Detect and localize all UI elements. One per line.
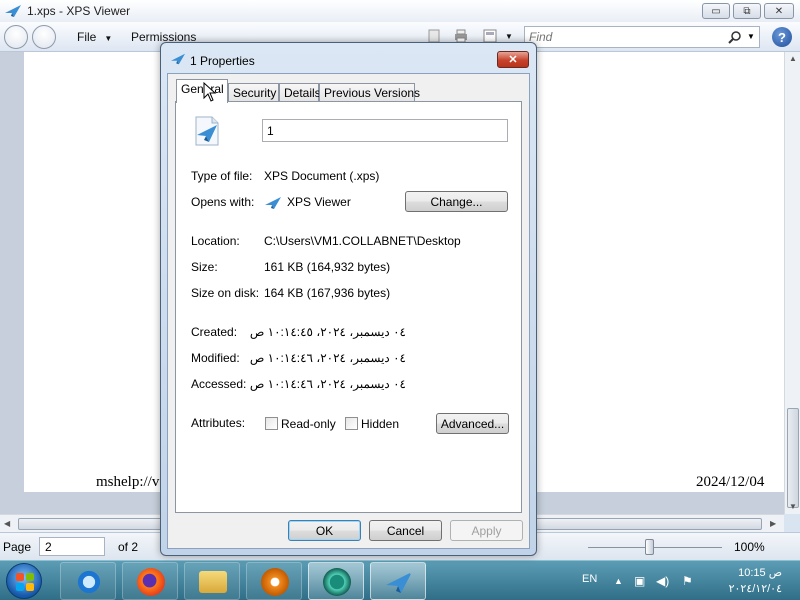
tab-details[interactable]: Details	[279, 83, 321, 102]
ok-button[interactable]: OK	[288, 520, 361, 541]
modified-label: Modified:	[191, 351, 240, 365]
type-of-file-value: XPS Document (.xps)	[264, 169, 380, 183]
dialog-title: 1 Properties	[190, 54, 255, 68]
modified-value: ‏٠٤ ديسمبر، ٢٠٢٤، ١٠:١٤:٤٦ ص	[249, 351, 406, 365]
close-window-button[interactable]: ✕	[764, 3, 794, 19]
xps-viewer-small-icon	[265, 197, 281, 209]
attributes-label: Attributes:	[191, 416, 246, 430]
language-indicator[interactable]: EN	[582, 573, 597, 585]
maximize-button[interactable]: ⧉	[733, 3, 761, 19]
hidden-checkbox[interactable]	[345, 417, 358, 430]
media-player-icon	[261, 568, 289, 596]
created-label: Created:	[191, 325, 238, 339]
clock-time: ص 10:15	[738, 567, 782, 579]
dialog-body: General Security Details Previous Versio…	[167, 73, 530, 549]
dialog-close-button[interactable]: ✕	[497, 51, 529, 68]
zoom-slider-thumb[interactable]	[645, 539, 654, 555]
general-tab-panel: Type of file: XPS Document (.xps) Opens …	[175, 101, 522, 513]
read-only-label[interactable]: Read-only	[281, 417, 336, 431]
file-name-input[interactable]	[262, 119, 508, 142]
taskbar-firefox[interactable]	[122, 562, 178, 600]
page-count-label: of 2	[118, 540, 139, 554]
page-number-input[interactable]	[39, 537, 105, 556]
size-on-disk-value: 164 KB (167,936 bytes)	[264, 286, 391, 300]
size-label: Size:	[191, 260, 218, 274]
minimize-button[interactable]: ▭	[702, 3, 730, 19]
document-footer-date: 2024/12/04	[696, 474, 765, 490]
taskbar-explorer[interactable]	[184, 562, 240, 600]
taskbar-media-player[interactable]	[246, 562, 302, 600]
zoom-slider-track[interactable]	[588, 547, 722, 548]
properties-dialog: 1 Properties ✕ General Security Details …	[160, 42, 537, 556]
xps-viewer-taskbar-icon	[386, 572, 412, 593]
view-dropdown-icon[interactable]: ▼	[505, 32, 513, 41]
created-value: ‏٠٤ ديسمبر، ٢٠٢٤، ١٠:١٤:٤٥ ص	[249, 325, 406, 339]
xps-viewer-icon	[5, 5, 21, 17]
separator	[189, 403, 507, 404]
folder-icon	[199, 571, 227, 593]
search-icon[interactable]	[728, 31, 741, 44]
location-value: C:\Users\VM1.COLLABNET\Desktop	[264, 234, 461, 248]
windows-logo-icon	[16, 573, 34, 591]
apply-button[interactable]: Apply	[450, 520, 523, 541]
scroll-right-icon[interactable]: ▶	[770, 519, 776, 528]
back-button[interactable]	[4, 25, 28, 49]
taskbar-xps-viewer[interactable]	[370, 562, 426, 600]
type-of-file-label: Type of file:	[191, 169, 253, 183]
tab-general[interactable]: General	[176, 79, 228, 103]
taskbar-app-green[interactable]	[308, 562, 364, 600]
search-box[interactable]: ▼	[524, 26, 760, 48]
opens-with-label: Opens with:	[191, 195, 255, 209]
cancel-button[interactable]: Cancel	[369, 520, 442, 541]
clock-date: ٢٠٢٤/١٢/٠٤	[728, 583, 782, 595]
forward-button[interactable]	[32, 25, 56, 49]
clock[interactable]: ص 10:15 ٢٠٢٤/١٢/٠٤	[712, 565, 782, 597]
internet-explorer-icon	[75, 568, 103, 596]
tab-previous-versions[interactable]: Previous Versions	[319, 83, 420, 102]
action-center-flag-icon[interactable]: ⚑	[682, 574, 693, 588]
help-button[interactable]: ?	[772, 27, 792, 47]
separator	[189, 221, 507, 222]
size-value: 161 KB (164,932 bytes)	[264, 260, 391, 274]
main-title-bar: 1.xps - XPS Viewer ▭ ⧉ ✕	[0, 0, 800, 22]
scroll-up-icon[interactable]: ▲	[789, 54, 797, 63]
document-footer-url: mshelp://v	[96, 474, 160, 490]
scroll-down-icon[interactable]: ▼	[789, 502, 797, 511]
start-button[interactable]	[6, 563, 42, 599]
window-title: 1.xps - XPS Viewer	[27, 4, 131, 18]
change-button[interactable]: Change...	[405, 191, 508, 212]
firefox-icon	[137, 568, 165, 596]
network-icon[interactable]: ▣	[634, 574, 645, 588]
scroll-left-icon[interactable]: ◀	[4, 519, 10, 528]
read-only-checkbox[interactable]	[265, 417, 278, 430]
file-menu[interactable]: File ▼	[77, 30, 112, 44]
location-label: Location:	[191, 234, 240, 248]
xps-file-title-icon	[171, 53, 185, 65]
page-label: Page	[3, 540, 32, 554]
search-options-icon[interactable]: ▼	[747, 32, 755, 41]
opens-with-value: XPS Viewer	[287, 195, 351, 209]
app-green-icon	[323, 568, 351, 596]
vertical-scroll-thumb[interactable]	[787, 408, 799, 508]
zoom-level: 100%	[734, 540, 765, 554]
taskbar: EN ▲ ▣ ◀) ⚑ ص 10:15 ٢٠٢٤/١٢/٠٤	[0, 560, 800, 600]
volume-icon[interactable]: ◀)	[656, 574, 669, 588]
search-input[interactable]	[529, 30, 719, 44]
separator	[189, 156, 507, 157]
hidden-label[interactable]: Hidden	[361, 417, 399, 431]
show-hidden-icons-icon[interactable]: ▲	[614, 576, 623, 586]
accessed-label: Accessed:	[191, 377, 247, 391]
mouse-cursor-icon	[203, 82, 217, 102]
accessed-value: ‏٠٤ ديسمبر، ٢٠٢٤، ١٠:١٤:٤٦ ص	[249, 377, 406, 391]
vertical-scrollbar[interactable]: ▲ ▼	[784, 52, 800, 514]
tab-security[interactable]: Security	[228, 83, 279, 102]
advanced-button[interactable]: Advanced...	[436, 413, 509, 434]
taskbar-internet-explorer[interactable]	[60, 562, 116, 600]
separator	[189, 312, 507, 313]
xps-document-icon	[195, 116, 219, 146]
size-on-disk-label: Size on disk:	[191, 286, 260, 300]
